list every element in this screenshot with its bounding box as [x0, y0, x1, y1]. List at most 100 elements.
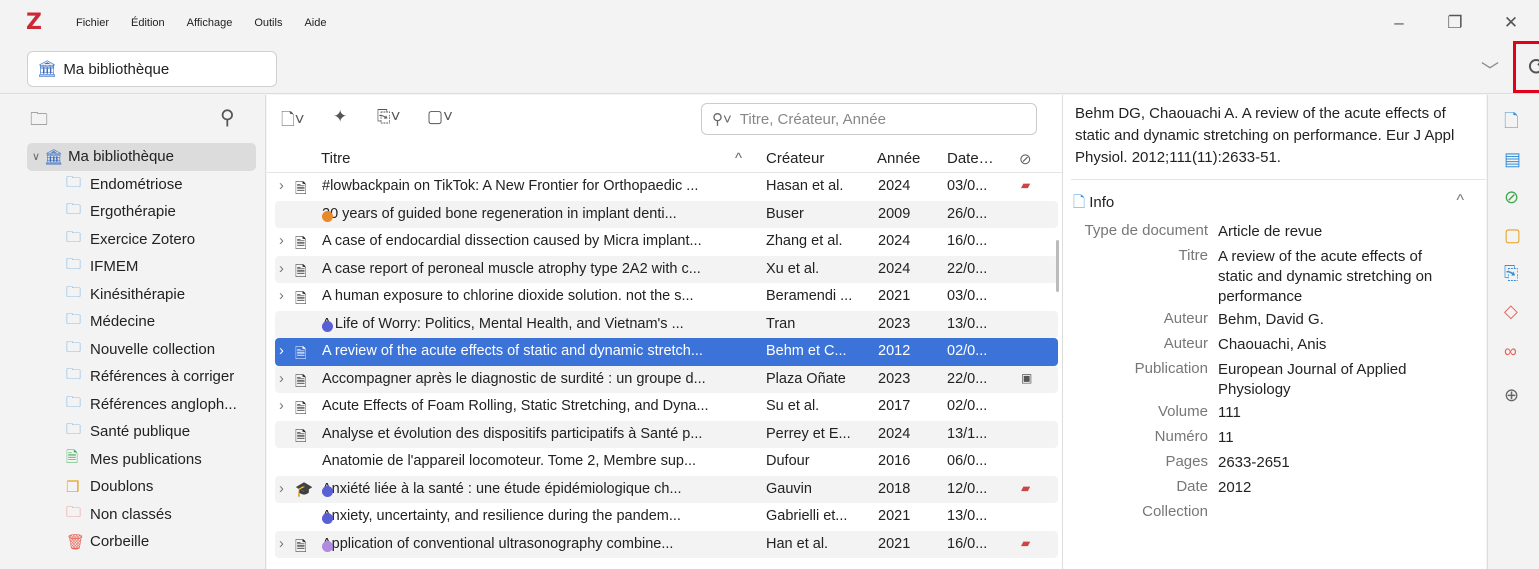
library-tab[interactable]: 🏛 Ma bibliothèque — [27, 51, 277, 87]
expand-arrow-icon[interactable]: › — [279, 288, 284, 304]
expand-arrow-icon[interactable]: › — [279, 233, 284, 249]
info-field-row: Collection — [1063, 500, 1486, 525]
attachment-column-icon[interactable]: ⊘ — [1019, 150, 1032, 168]
menu-outils[interactable]: Outils — [254, 17, 282, 29]
column-date[interactable]: Date… — [947, 150, 994, 167]
field-value[interactable]: European Journal of Applied Physiology — [1218, 357, 1458, 400]
collection-item[interactable]: 🗎 Mes publications — [0, 446, 265, 474]
collection-label: IFMEM — [90, 258, 139, 276]
libraries-collections-nav-icon[interactable]: ⎘ — [1504, 263, 1518, 284]
sync-button[interactable]: ⟳ — [1513, 41, 1539, 93]
expand-arrow-icon[interactable]: › — [279, 371, 284, 387]
menu-edition[interactable]: Édition — [131, 17, 165, 29]
menu-aide[interactable]: Aide — [304, 17, 326, 29]
field-value[interactable]: 111 — [1218, 400, 1458, 423]
restore-icon[interactable]: ❐ — [1427, 0, 1483, 46]
menu-affichage[interactable]: Affichage — [187, 17, 233, 29]
collection-label: Mes publications — [90, 450, 202, 468]
collection-item[interactable]: 🗀 Ergothérapie — [0, 198, 265, 226]
field-value[interactable]: A review of the acute effects of static … — [1218, 244, 1458, 307]
item-row[interactable]: › 🗎 Acute Effects of Foam Rolling, Static … — [275, 393, 1058, 421]
field-value[interactable]: Behm, David G. — [1218, 307, 1458, 330]
column-title[interactable]: Titre — [321, 150, 350, 167]
collection-item[interactable]: 🗀 Nouvelle collection — [0, 336, 265, 364]
color-tag-icon — [322, 210, 333, 222]
item-row[interactable]: › 🗎 Application of conventional ultrasonog… — [275, 530, 1058, 558]
abstract-nav-icon[interactable]: ▤ — [1504, 149, 1521, 170]
locate-nav-icon[interactable]: ⊕ — [1504, 385, 1519, 406]
item-year: 2016 — [878, 453, 911, 469]
item-row[interactable]: Anxiety, uncertainty, and resilience dur… — [275, 503, 1058, 531]
add-by-identifier-icon[interactable]: ✦ — [333, 107, 347, 127]
column-creator[interactable]: Créateur — [766, 150, 824, 167]
item-row[interactable]: › 🎓 Anxiété liée à la santé : une étude ép… — [275, 475, 1058, 503]
item-row[interactable]: A Life of Worry: Politics, Mental Health… — [275, 310, 1058, 338]
collection-item[interactable]: 🗀 Endométriose — [0, 171, 265, 199]
info-nav-icon[interactable]: 🗋 — [1504, 109, 1518, 139]
item-row[interactable]: › 🗎 A review of the acute effects of stati… — [275, 338, 1058, 366]
close-icon[interactable]: ✕ — [1483, 0, 1539, 46]
new-note-icon[interactable]: ▢˅ — [427, 107, 453, 127]
field-value[interactable]: 11 — [1218, 425, 1458, 448]
collection-item[interactable]: ❒ Doublons — [0, 473, 265, 501]
info-icon: 🗋 — [1073, 194, 1090, 211]
collection-item[interactable]: 🗀 Santé publique — [0, 418, 265, 446]
field-value[interactable] — [1218, 500, 1458, 503]
search-collections-icon[interactable]: ⚲ — [220, 105, 235, 130]
item-row[interactable]: 🗎 Analyse et évolution des dispositifs pa… — [275, 420, 1058, 448]
new-collection-icon[interactable]: 🗀 — [30, 107, 48, 137]
expand-arrow-icon[interactable]: › — [279, 261, 284, 277]
expand-arrow-icon[interactable]: › — [279, 343, 284, 359]
color-tag-icon — [322, 320, 333, 332]
column-year[interactable]: Année — [877, 150, 920, 167]
item-row[interactable]: › 🗎 A human exposure to chlorine dioxide s… — [275, 283, 1058, 311]
item-creator: Plaza Oñate — [766, 370, 846, 387]
collection-item[interactable]: 🗀 Exercice Zotero — [0, 226, 265, 254]
field-value[interactable]: 2633-2651 — [1218, 450, 1458, 473]
chevron-down-icon[interactable]: ∨ — [32, 150, 40, 163]
field-value[interactable]: Chaouachi, Anis — [1218, 332, 1458, 355]
collection-item[interactable]: 🗀 Non classés — [0, 501, 265, 529]
collection-item[interactable]: 🗀 Kinésithérapie — [0, 281, 265, 309]
search-field[interactable]: ⚲˅ Titre, Créateur, Année — [701, 103, 1037, 135]
expand-arrow-icon[interactable]: › — [279, 481, 284, 497]
info-section-header[interactable]: 🗋 Info ^ — [1071, 179, 1486, 219]
doc-icon: 🗎 — [295, 181, 307, 197]
field-label: Volume — [1157, 403, 1208, 420]
expand-arrow-icon[interactable]: › — [279, 178, 284, 194]
collection-item[interactable]: 🗀 IFMEM — [0, 253, 265, 281]
item-row[interactable]: › 🗎 #lowbackpain on TikTok: A New Frontier… — [275, 173, 1058, 201]
field-value[interactable]: 2012 — [1218, 475, 1458, 498]
item-row[interactable]: › 🗎 A case of endocardial dissection cause… — [275, 228, 1058, 256]
item-row[interactable]: 20 years of guided bone regeneration in … — [275, 200, 1058, 228]
search-icon[interactable]: ⚲˅ — [712, 110, 732, 128]
collection-item[interactable]: 🗑 Corbeille — [0, 528, 265, 556]
collection-item[interactable]: 🗀 Références à corriger — [0, 363, 265, 391]
add-attachment-icon[interactable]: ⎘˅ — [377, 107, 401, 127]
info-field-row: Publication European Journal of Applied P… — [1063, 357, 1486, 400]
tree-root-my-library[interactable]: ∨ 🏛 Ma bibliothèque — [27, 143, 256, 171]
search-placeholder: Titre, Créateur, Année — [739, 110, 886, 128]
tabs-menu-chevron-icon[interactable]: ﹀ — [1481, 57, 1499, 83]
collection-item[interactable]: 🗀 Références angloph... — [0, 391, 265, 419]
new-item-icon[interactable]: 🗋˅ — [281, 107, 305, 136]
item-row[interactable]: Anatomie de l'appareil locomoteur. Tome … — [275, 448, 1058, 476]
tags-nav-icon[interactable]: ◇ — [1504, 301, 1518, 322]
menu-fichier[interactable]: Fichier — [76, 17, 109, 29]
expand-arrow-icon[interactable]: › — [279, 536, 284, 552]
notes-nav-icon[interactable]: ▢ — [1504, 225, 1521, 246]
collection-item[interactable]: 🗀 Médecine — [0, 308, 265, 336]
minimize-icon[interactable]: – — [1371, 0, 1427, 46]
related-nav-icon[interactable]: ∞ — [1504, 341, 1517, 362]
collapse-icon[interactable]: ^ — [1456, 192, 1464, 210]
expand-arrow-icon[interactable]: › — [279, 398, 284, 414]
item-row[interactable]: › 🗎 Accompagner après le diagnostic de sur… — [275, 365, 1058, 393]
attachments-nav-icon[interactable]: ⊘ — [1504, 187, 1519, 208]
item-date: 02/0... — [947, 343, 988, 359]
items-scrollbar[interactable] — [1056, 240, 1059, 292]
sort-ascending-icon[interactable]: ^ — [735, 150, 742, 167]
field-value[interactable]: Article de revue — [1218, 219, 1458, 242]
item-row[interactable]: › 🗎 A case report of peroneal muscle atrop… — [275, 255, 1058, 283]
item-title-text: Anatomie de l'appareil locomoteur. Tome … — [322, 453, 697, 469]
item-year: 2024 — [878, 425, 911, 442]
